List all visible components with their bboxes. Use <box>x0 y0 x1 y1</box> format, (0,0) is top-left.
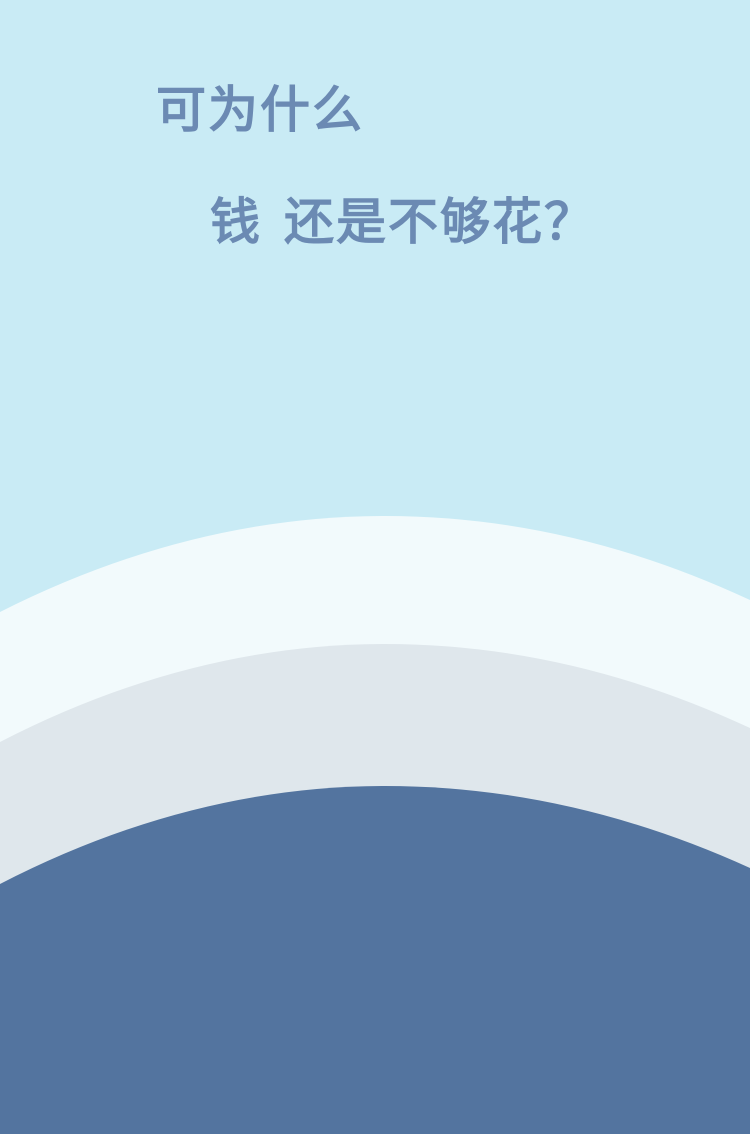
headline-money-word: 钱 <box>210 193 262 251</box>
headline-line-2: 钱还是不够花？ <box>210 192 596 252</box>
headline-question: 还是不够花？ <box>284 193 596 251</box>
wave-dark-band <box>0 786 750 1134</box>
wave-decoration <box>0 516 750 1134</box>
poster: 可为什么 钱还是不够花？ <box>0 0 750 1134</box>
headline-line-1: 可为什么 <box>156 81 364 139</box>
